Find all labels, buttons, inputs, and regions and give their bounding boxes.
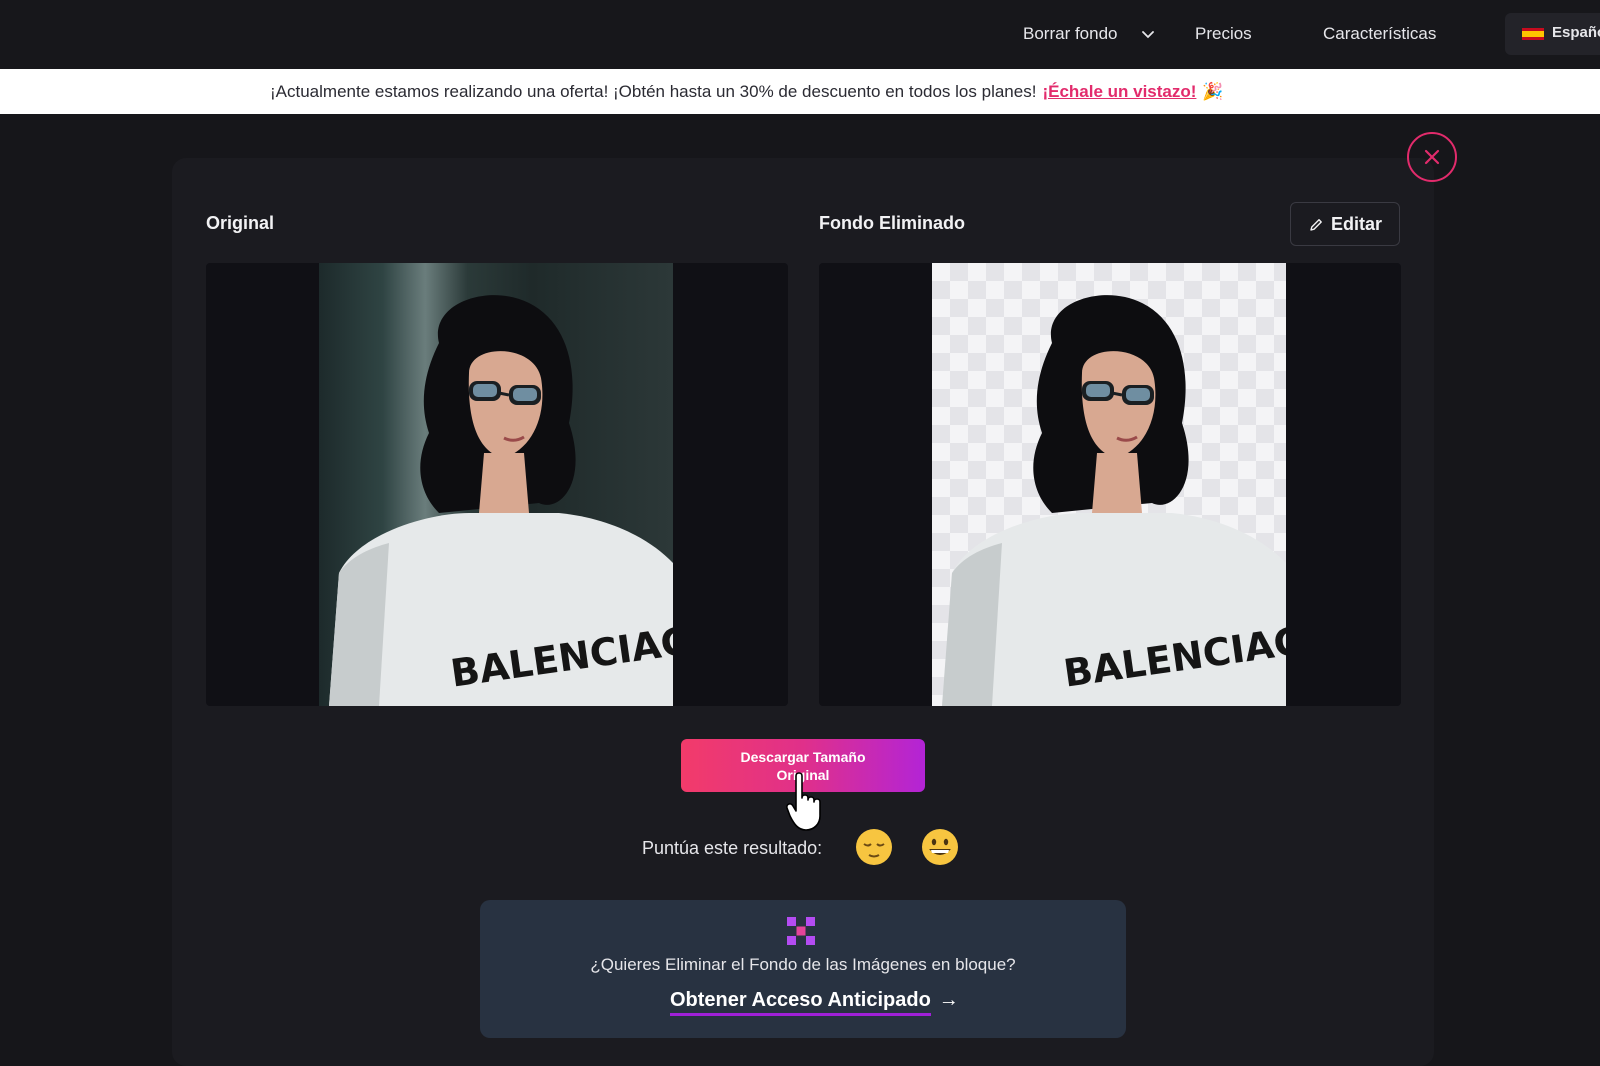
language-label: Españo	[1552, 24, 1600, 41]
nav-precios[interactable]: Precios	[1195, 22, 1252, 46]
grinning-face-icon[interactable]	[921, 828, 959, 866]
rating-label: Puntúa este resultado:	[642, 838, 823, 858]
removed-background-image-frame: BALENCIAGA	[819, 263, 1401, 706]
promo-banner: ¡Actualmente estamos realizando una ofer…	[0, 69, 1600, 114]
arrow-right-icon: →	[938, 989, 959, 1011]
language-selector[interactable]: Españo	[1505, 13, 1600, 55]
close-button[interactable]	[1407, 132, 1457, 182]
nav-borrar-fondo[interactable]: Borrar fondo	[1023, 22, 1118, 46]
grid-logo-icon	[787, 917, 815, 945]
original-photo: BALENCIAGA	[319, 263, 673, 706]
original-image-frame: BALENCIAGA	[206, 263, 788, 706]
hand-cursor-icon	[786, 772, 821, 831]
spain-flag-icon	[1522, 28, 1544, 40]
bulk-question: ¿Quieres Eliminar el Fondo de las Imágen…	[590, 955, 1016, 974]
woman-photo-original: BALENCIAGA	[329, 295, 673, 706]
edit-label: Editar	[1331, 214, 1383, 234]
promo-text: ¡Actualmente estamos realizando una ofer…	[270, 82, 1037, 101]
top-navigation: Borrar fondo Precios Características Esp…	[0, 0, 1600, 69]
transparent-background-photo: BALENCIAGA	[932, 263, 1286, 706]
party-popper-icon: 🎉	[1202, 82, 1224, 101]
promo-link[interactable]: ¡Échale un vistazo!	[1042, 82, 1196, 101]
original-title: Original	[206, 213, 275, 233]
close-icon	[1424, 149, 1440, 165]
bulk-removal-card: ¿Quieres Eliminar el Fondo de las Imágen…	[480, 900, 1126, 1038]
woman-photo-cutout: BALENCIAGA	[942, 295, 1286, 706]
relieved-face-icon[interactable]	[855, 828, 893, 866]
chevron-down-icon[interactable]	[1140, 26, 1156, 42]
pencil-icon	[1310, 219, 1322, 231]
removed-background-title: Fondo Eliminado	[819, 213, 965, 233]
nav-caracteristicas[interactable]: Características	[1323, 22, 1436, 46]
edit-button[interactable]: Editar	[1290, 202, 1400, 246]
early-access-label: Obtener Acceso Anticipado	[670, 989, 931, 1016]
early-access-link[interactable]: Obtener Acceso Anticipado →	[670, 989, 959, 1016]
